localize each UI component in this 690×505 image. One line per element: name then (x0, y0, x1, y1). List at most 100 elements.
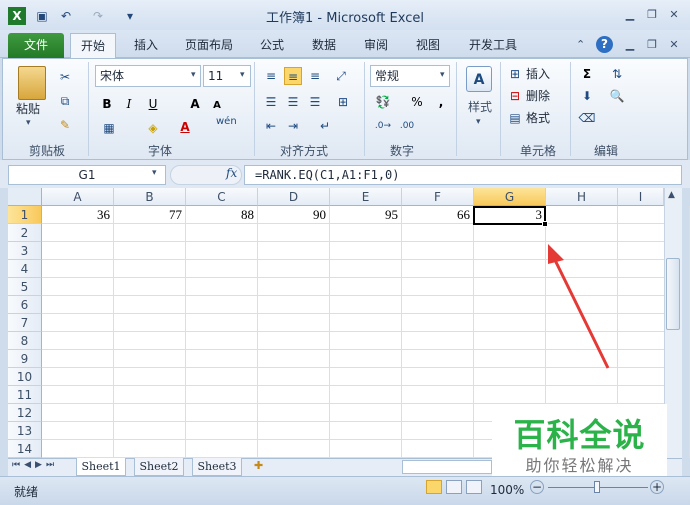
select-all-button[interactable] (8, 188, 42, 206)
tab-formulas[interactable]: 公式 (254, 33, 290, 58)
scroll-up-icon[interactable]: ▲ (668, 190, 675, 200)
chevron-down-icon[interactable]: ▾ (440, 70, 445, 80)
insert-button[interactable]: 插入 (526, 65, 550, 83)
decrease-decimal-icon[interactable]: .00 (398, 117, 416, 135)
percent-button[interactable]: % (408, 93, 426, 111)
insert-function-button[interactable]: fx (226, 166, 237, 180)
autosum-button[interactable]: Σ (578, 65, 596, 83)
accounting-format-icon[interactable]: 💱 (374, 93, 392, 111)
workbook-minimize-icon[interactable]: ▁ (620, 37, 640, 53)
align-right-icon[interactable]: ☰ (306, 93, 324, 111)
row-header[interactable]: 10 (8, 368, 42, 386)
format-button[interactable]: 格式 (526, 109, 550, 127)
cell-f1[interactable]: 66 (402, 206, 474, 224)
format-painter-icon[interactable]: ✎ (56, 116, 74, 134)
tab-insert[interactable]: 插入 (124, 33, 168, 58)
increase-decimal-icon[interactable]: .0→ (374, 117, 392, 135)
help-icon[interactable]: ? (596, 36, 613, 53)
row-header[interactable]: 5 (8, 278, 42, 296)
sheet-nav-arrows-icon[interactable]: ⏮◀▶⏭ (12, 460, 58, 470)
fill-icon[interactable]: ⬇ (578, 87, 596, 105)
page-layout-view-icon[interactable] (446, 480, 462, 494)
cell-e1[interactable]: 95 (330, 206, 402, 224)
chevron-down-icon[interactable]: ▾ (152, 168, 157, 178)
number-format-select[interactable]: 常规 (370, 65, 450, 87)
align-bottom-icon[interactable]: ≡ (306, 67, 324, 85)
horizontal-scrollbar[interactable] (402, 460, 492, 474)
grow-font-button[interactable]: A (186, 95, 204, 113)
shrink-font-button[interactable]: A (208, 97, 226, 115)
align-top-icon[interactable]: ≡ (262, 67, 280, 85)
fill-handle[interactable] (542, 221, 548, 227)
clear-icon[interactable]: ⌫ (578, 109, 596, 127)
align-left-icon[interactable]: ☰ (262, 93, 280, 111)
column-header[interactable]: I (618, 188, 664, 206)
phonetic-button[interactable]: wén (216, 116, 237, 127)
row-header[interactable]: 4 (8, 260, 42, 278)
find-select-icon[interactable]: 🔍 (608, 87, 626, 105)
bold-button[interactable]: B (98, 95, 116, 113)
cell-a1[interactable]: 36 (42, 206, 114, 224)
row-header[interactable]: 9 (8, 350, 42, 368)
row-header[interactable]: 13 (8, 422, 42, 440)
font-name-select[interactable]: 宋体 (95, 65, 201, 87)
row-header[interactable]: 3 (8, 242, 42, 260)
sort-filter-icon[interactable]: ⇅ (608, 65, 626, 83)
workbook-close-icon[interactable]: ✕ (664, 37, 684, 53)
row-header[interactable]: 7 (8, 314, 42, 332)
tab-home[interactable]: 开始 (70, 33, 116, 58)
comma-button[interactable]: , (432, 93, 450, 111)
row-header[interactable]: 6 (8, 296, 42, 314)
formula-input[interactable]: =RANK.EQ(C1,A1:F1,0) (244, 165, 682, 185)
row-header[interactable]: 14 (8, 440, 42, 458)
paste-button[interactable]: 粘贴 (16, 100, 40, 118)
increase-indent-icon[interactable]: ⇥ (284, 117, 302, 135)
align-middle-icon[interactable]: ≡ (284, 67, 302, 85)
delete-cells-icon[interactable]: ⊟ (506, 87, 524, 105)
row-header[interactable]: 2 (8, 224, 42, 242)
close-icon[interactable]: ✕ (664, 7, 684, 23)
chevron-down-icon[interactable]: ▾ (191, 70, 196, 80)
font-color-button[interactable]: A (176, 118, 194, 136)
paste-icon[interactable] (18, 66, 46, 100)
row-header[interactable]: 8 (8, 332, 42, 350)
sheet-tab-sheet2[interactable]: Sheet2 (134, 458, 184, 476)
restore-icon[interactable]: ❐ (642, 7, 662, 23)
page-break-view-icon[interactable] (466, 480, 482, 494)
vertical-scroll-thumb[interactable] (666, 258, 680, 330)
normal-view-icon[interactable] (426, 480, 442, 494)
decrease-indent-icon[interactable]: ⇤ (262, 117, 280, 135)
fill-color-icon[interactable]: ◈ (144, 119, 162, 137)
column-header[interactable]: A (42, 188, 114, 206)
sheet-tab-sheet3[interactable]: Sheet3 (192, 458, 242, 476)
sheet-tab-sheet1[interactable]: Sheet1 (76, 458, 126, 476)
zoom-level[interactable]: 100% (490, 483, 524, 497)
minimize-ribbon-icon[interactable]: ⌃ (576, 38, 585, 51)
tab-view[interactable]: 视图 (408, 33, 448, 58)
styles-icon[interactable]: A (466, 66, 492, 92)
underline-button[interactable]: U (144, 95, 162, 113)
cell-d1[interactable]: 90 (258, 206, 330, 224)
wrap-text-icon[interactable]: ↵ (316, 117, 334, 135)
tab-file[interactable]: 文件 (8, 33, 64, 58)
merge-center-icon[interactable]: ⊞ (334, 93, 352, 111)
cell-b1[interactable]: 77 (114, 206, 186, 224)
new-sheet-icon[interactable]: ✚ (254, 459, 263, 472)
orientation-icon[interactable]: ⤢ (332, 67, 350, 85)
column-header[interactable]: H (546, 188, 618, 206)
minimize-icon[interactable]: ▁ (620, 7, 640, 23)
cell-c1[interactable]: 88 (186, 206, 258, 224)
format-cells-icon[interactable]: ▤ (506, 109, 524, 127)
zoom-out-icon[interactable]: − (530, 480, 544, 494)
row-header[interactable]: 12 (8, 404, 42, 422)
tab-review[interactable]: 审阅 (356, 33, 396, 58)
delete-button[interactable]: 删除 (526, 87, 550, 105)
zoom-slider-thumb[interactable] (594, 481, 600, 493)
tab-developer[interactable]: 开发工具 (460, 33, 526, 58)
tab-page-layout[interactable]: 页面布局 (178, 33, 240, 58)
align-center-icon[interactable]: ☰ (284, 93, 302, 111)
column-header[interactable]: F (402, 188, 474, 206)
chevron-down-icon[interactable]: ▾ (476, 117, 481, 127)
insert-cells-icon[interactable]: ⊞ (506, 65, 524, 83)
chevron-down-icon[interactable]: ▾ (240, 70, 245, 80)
